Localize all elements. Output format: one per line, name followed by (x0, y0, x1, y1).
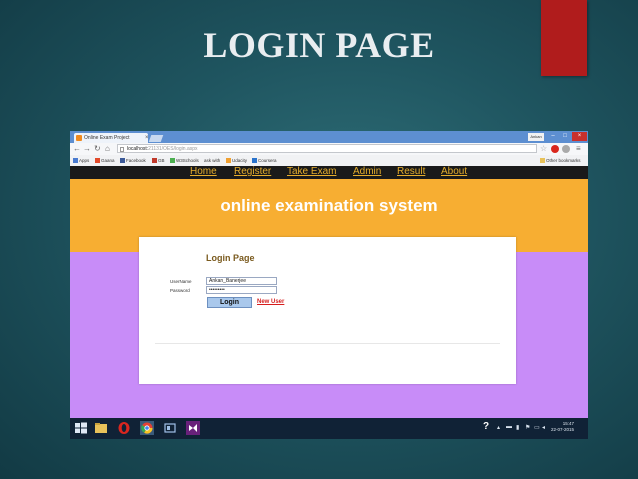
divider (155, 343, 500, 344)
bookmark-udacity[interactable]: Udacity (226, 155, 247, 166)
tray-network-icon[interactable]: ▮ (516, 424, 519, 431)
bookmark-label: W3Schools (176, 158, 199, 163)
bookmark-label: Gaana (101, 158, 115, 163)
gb-icon (152, 158, 157, 164)
bookmark-gb[interactable]: GB (152, 155, 165, 166)
reload-icon[interactable]: ↻ (94, 144, 101, 154)
help-icon[interactable]: ? (483, 421, 489, 432)
maximize-button[interactable]: □ (559, 132, 571, 141)
login-button[interactable]: Login (207, 297, 252, 308)
tray-flag-icon[interactable]: ⚑ (525, 424, 530, 431)
taskbar: ? ▴ ▬ ▮ ⚑ ▭ ◂ 15:47 22-07-2015 (70, 418, 588, 439)
file-explorer-icon[interactable] (94, 421, 108, 435)
bookmark-facebook[interactable]: Facebook (120, 155, 146, 166)
bookmark-coursera[interactable]: Coursera (252, 155, 277, 166)
slide-title: LOGIN PAGE (203, 25, 435, 65)
browser-window: Online Exam Project × Ankan – □ × ← → ↻ … (70, 131, 588, 439)
url-input[interactable]: localhost:21131/OES/login.aspx (117, 144, 537, 153)
other-bookmarks[interactable]: Other bookmarks (540, 155, 581, 166)
close-window-button[interactable]: × (572, 132, 587, 141)
new-tab-button[interactable] (148, 135, 164, 142)
opera-icon[interactable] (117, 421, 131, 435)
menu-icon[interactable]: ≡ (576, 144, 581, 154)
new-user-link[interactable]: New User (257, 299, 284, 305)
udacity-icon (226, 158, 231, 164)
back-icon[interactable]: ← (73, 144, 81, 154)
site-nav: Home Register Take Exam Admin Result Abo… (70, 166, 588, 179)
w3schools-icon (170, 158, 175, 164)
login-title: Login Page (206, 253, 255, 263)
visual-studio-icon[interactable] (186, 421, 200, 435)
tray-keyboard-icon[interactable]: ▬ (506, 424, 512, 430)
bookmark-label: Udacity (232, 158, 248, 163)
bookmark-label: Facebook (126, 158, 146, 163)
chrome-icon[interactable] (140, 421, 154, 435)
bookmark-label: Other bookmarks (546, 158, 581, 163)
bookmark-label: GB (158, 158, 165, 163)
tray-volume-icon[interactable]: ◂ (542, 424, 545, 431)
bookmark-label: Coursera (258, 158, 277, 163)
nav-take-exam[interactable]: Take Exam (287, 166, 336, 178)
windows-start-icon[interactable] (74, 421, 88, 435)
site-title: online examination system (220, 196, 438, 215)
extension-icon[interactable] (562, 145, 570, 153)
star-icon[interactable]: ☆ (540, 144, 547, 154)
bookmark-gaana[interactable]: Gaana (95, 155, 115, 166)
favicon-icon (76, 135, 82, 141)
extension-abp-icon[interactable] (551, 145, 559, 153)
webpage: Home Register Take Exam Admin Result Abo… (70, 166, 588, 418)
apps-icon (73, 158, 78, 164)
facebook-icon (120, 158, 125, 164)
tab-title: Online Exam Project (84, 135, 130, 141)
bookmark-apps[interactable]: Apps (73, 155, 89, 166)
url-path: 21131/OES/login.aspx (148, 146, 198, 152)
bookmark-w3schools[interactable]: W3Schools (170, 155, 199, 166)
bookmark-ask[interactable]: ask with (204, 155, 220, 166)
bookmark-label: Apps (79, 158, 90, 163)
nav-register[interactable]: Register (234, 166, 271, 178)
system-clock[interactable]: 15:47 22-07-2015 (551, 421, 574, 433)
page-icon (120, 147, 124, 152)
password-input[interactable]: ••••••••• (206, 286, 277, 294)
password-label: Password (170, 288, 190, 293)
username-input[interactable]: Ankan_Banerjee (206, 277, 277, 285)
clock-date: 22-07-2015 (551, 427, 575, 432)
gaana-icon (95, 158, 100, 164)
folder-icon (540, 158, 545, 164)
app-window-icon[interactable] (163, 421, 177, 435)
nav-home[interactable]: Home (190, 166, 217, 178)
home-icon[interactable]: ⌂ (105, 144, 110, 154)
bookmark-label: ask with (204, 158, 221, 163)
coursera-icon (252, 158, 257, 164)
minimize-button[interactable]: – (547, 132, 559, 141)
browser-tab[interactable]: Online Exam Project × (74, 133, 149, 143)
nav-admin[interactable]: Admin (353, 166, 381, 178)
url-host: localhost: (127, 146, 149, 152)
tab-strip: Online Exam Project × Ankan – □ × (70, 131, 588, 143)
tray-battery-icon[interactable]: ▭ (534, 424, 540, 431)
forward-icon[interactable]: → (83, 144, 91, 154)
nav-result[interactable]: Result (397, 166, 425, 178)
nav-about[interactable]: About (441, 166, 467, 178)
profile-name[interactable]: Ankan (528, 133, 544, 141)
tray-arrow-icon[interactable]: ▴ (497, 424, 500, 431)
login-panel: Login Page UserName Ankan_Banerjee Passw… (139, 237, 516, 384)
username-label: UserName (170, 279, 192, 284)
